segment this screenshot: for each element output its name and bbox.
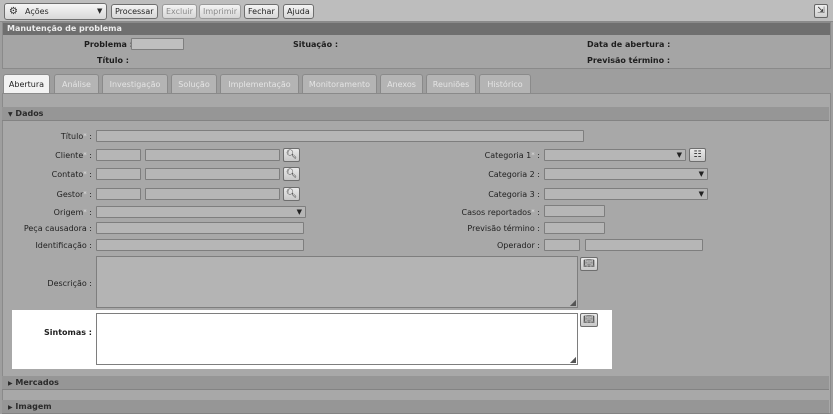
categoria1-label: Categoria 1* : bbox=[484, 151, 540, 160]
operador-label: Operador : bbox=[497, 241, 540, 250]
triangle-down-icon: ▼ bbox=[8, 111, 13, 118]
chevron-down-icon: ▼ bbox=[97, 7, 103, 15]
header-title: Manutenção de problema bbox=[3, 23, 830, 35]
problem-header: Manutenção de problema Problema : Situaç… bbox=[2, 22, 831, 69]
mercados-section-header[interactable]: ▶ Mercados bbox=[2, 376, 829, 390]
categoria2-select[interactable]: ▼ bbox=[544, 168, 708, 180]
titulo-label: Título : bbox=[97, 56, 129, 65]
tab-solucao[interactable]: Solução bbox=[171, 74, 217, 93]
tab-historico[interactable]: Histórico bbox=[479, 74, 531, 93]
tab-implementacao[interactable]: Implementação bbox=[220, 74, 299, 93]
casos-reportados-label: Casos reportados* : bbox=[461, 208, 541, 217]
tab-abertura[interactable]: Abertura bbox=[3, 74, 50, 94]
cliente-field-label: Cliente* : bbox=[55, 151, 92, 160]
identificacao-label: Identificação : bbox=[35, 241, 92, 250]
tab-anexos[interactable]: Anexos bbox=[380, 74, 423, 93]
toolbar: ⚙ Ações ▼ Processar Excluir Imprimir Fec… bbox=[0, 0, 833, 22]
sintomas-label: Sintomas : bbox=[44, 328, 92, 337]
dados-section-header[interactable]: ▼ Dados bbox=[2, 107, 829, 121]
gestor-code-input[interactable] bbox=[96, 188, 141, 200]
processar-button[interactable]: Processar bbox=[111, 4, 158, 19]
tab-monitoramento[interactable]: Monitoramento bbox=[302, 74, 377, 93]
acoes-label: Ações bbox=[25, 7, 49, 16]
descricao-label: Descrição : bbox=[47, 279, 92, 288]
categoria3-label: Categoria 3 : bbox=[488, 190, 540, 199]
tab-analise[interactable]: Análise bbox=[54, 74, 99, 93]
titulo-field-label: Título* : bbox=[60, 132, 92, 141]
peca-causadora-input[interactable] bbox=[96, 222, 304, 234]
problema-label: Problema : bbox=[84, 40, 133, 49]
contato-search-icon[interactable]: 🔍︎ bbox=[283, 167, 300, 181]
imagem-section-label: Imagem bbox=[15, 402, 52, 411]
fechar-button[interactable]: Fechar bbox=[244, 4, 279, 19]
casos-reportados-input[interactable] bbox=[544, 205, 605, 217]
problema-input[interactable] bbox=[131, 38, 184, 50]
chevron-down-icon: ▼ bbox=[698, 170, 704, 178]
list-icon[interactable]: ☷ bbox=[689, 148, 706, 162]
chevron-down-icon: ▼ bbox=[698, 190, 704, 198]
operador-name-input[interactable] bbox=[585, 239, 703, 251]
categoria1-select[interactable]: ▼ bbox=[544, 149, 686, 161]
cliente-search-icon[interactable]: 🔍︎ bbox=[283, 148, 300, 162]
situacao-label: Situação : bbox=[293, 40, 339, 49]
previsao-termino-field-label: Previsão término : bbox=[467, 224, 540, 233]
operador-code-input[interactable] bbox=[544, 239, 580, 251]
ajuda-button[interactable]: Ajuda bbox=[283, 4, 314, 19]
contato-code-input[interactable] bbox=[96, 168, 141, 180]
tab-investigacao[interactable]: Investigação bbox=[102, 74, 168, 93]
gestor-field-label: Gestor* : bbox=[56, 190, 92, 199]
gear-icon: ⚙ bbox=[9, 6, 18, 17]
previsao-termino-input[interactable] bbox=[544, 222, 605, 234]
contato-name-input[interactable] bbox=[145, 168, 280, 180]
imprimir-button[interactable]: Imprimir bbox=[199, 4, 242, 19]
excluir-button[interactable]: Excluir bbox=[162, 4, 197, 19]
titulo-input[interactable] bbox=[96, 130, 584, 142]
chevron-down-icon: ▼ bbox=[676, 151, 682, 159]
triangle-right-icon: ▶ bbox=[8, 404, 13, 411]
triangle-right-icon: ▶ bbox=[8, 380, 13, 387]
previsao-termino-label: Previsão término : bbox=[587, 56, 671, 65]
exit-icon[interactable]: ⇲ bbox=[814, 4, 828, 18]
gestor-name-input[interactable] bbox=[145, 188, 280, 200]
categoria2-label: Categoria 2 : bbox=[488, 170, 540, 179]
gestor-search-icon[interactable]: 🔍︎ bbox=[283, 187, 300, 201]
chevron-down-icon: ▼ bbox=[296, 208, 302, 216]
dados-section-label: Dados bbox=[15, 109, 44, 118]
resize-grip-icon[interactable]: ◢ bbox=[570, 355, 576, 364]
descricao-textarea[interactable]: ◢ bbox=[96, 256, 578, 308]
acoes-dropdown[interactable]: ⚙ Ações ▼ bbox=[4, 3, 107, 20]
sintomas-textarea[interactable]: ◢ bbox=[96, 313, 578, 365]
categoria3-select[interactable]: ▼ bbox=[544, 188, 708, 200]
tab-reunioes[interactable]: Reuniões bbox=[426, 74, 476, 93]
descricao-book-icon[interactable]: 📖︎ bbox=[580, 257, 598, 271]
identificacao-input[interactable] bbox=[96, 239, 304, 251]
origem-select[interactable]: ▼ bbox=[96, 206, 306, 218]
mercados-section-label: Mercados bbox=[15, 378, 59, 387]
cliente-name-input[interactable] bbox=[145, 149, 280, 161]
peca-causadora-label: Peça causadora : bbox=[23, 224, 92, 233]
sintomas-book-icon[interactable]: 📖︎ bbox=[580, 313, 598, 327]
cliente-code-input[interactable] bbox=[96, 149, 141, 161]
contato-field-label: Contato* : bbox=[51, 170, 92, 179]
origem-field-label: Origem* : bbox=[53, 208, 92, 217]
resize-grip-icon[interactable]: ◢ bbox=[570, 298, 576, 307]
data-abertura-label: Data de abertura : bbox=[587, 40, 671, 49]
imagem-section-header[interactable]: ▶ Imagem bbox=[2, 400, 829, 414]
